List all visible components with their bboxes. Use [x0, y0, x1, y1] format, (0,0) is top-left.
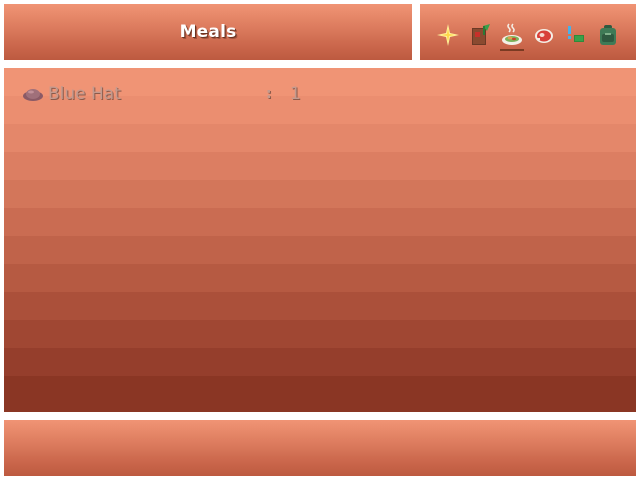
window-title: Meals — [179, 22, 237, 42]
category-tab-meals[interactable] — [498, 18, 526, 52]
title-window: Meals — [4, 4, 412, 60]
item-list-window: Blue Hat : 1 — [4, 68, 636, 412]
category-tab-all[interactable] — [434, 18, 462, 52]
list-item[interactable]: Blue Hat : 1 — [22, 82, 322, 106]
category-window — [420, 4, 636, 60]
hat-icon — [22, 86, 44, 102]
category-tab-bag[interactable] — [594, 18, 622, 52]
key-item-icon — [568, 26, 584, 42]
help-window — [4, 420, 636, 476]
category-tabs — [434, 18, 622, 52]
steaming-meal-icon — [502, 23, 522, 45]
item-quantity: 1 — [290, 84, 301, 104]
spellbook-icon — [472, 24, 490, 45]
category-tab-skills[interactable] — [466, 18, 494, 52]
item-separator: : — [266, 86, 272, 102]
category-tab-key-items[interactable] — [562, 18, 590, 52]
category-tab-ingredients[interactable] — [530, 18, 558, 52]
item-name: Blue Hat — [48, 84, 121, 104]
meat-icon — [535, 29, 553, 43]
backpack-icon — [600, 25, 616, 45]
sparkle-icon — [437, 24, 459, 46]
